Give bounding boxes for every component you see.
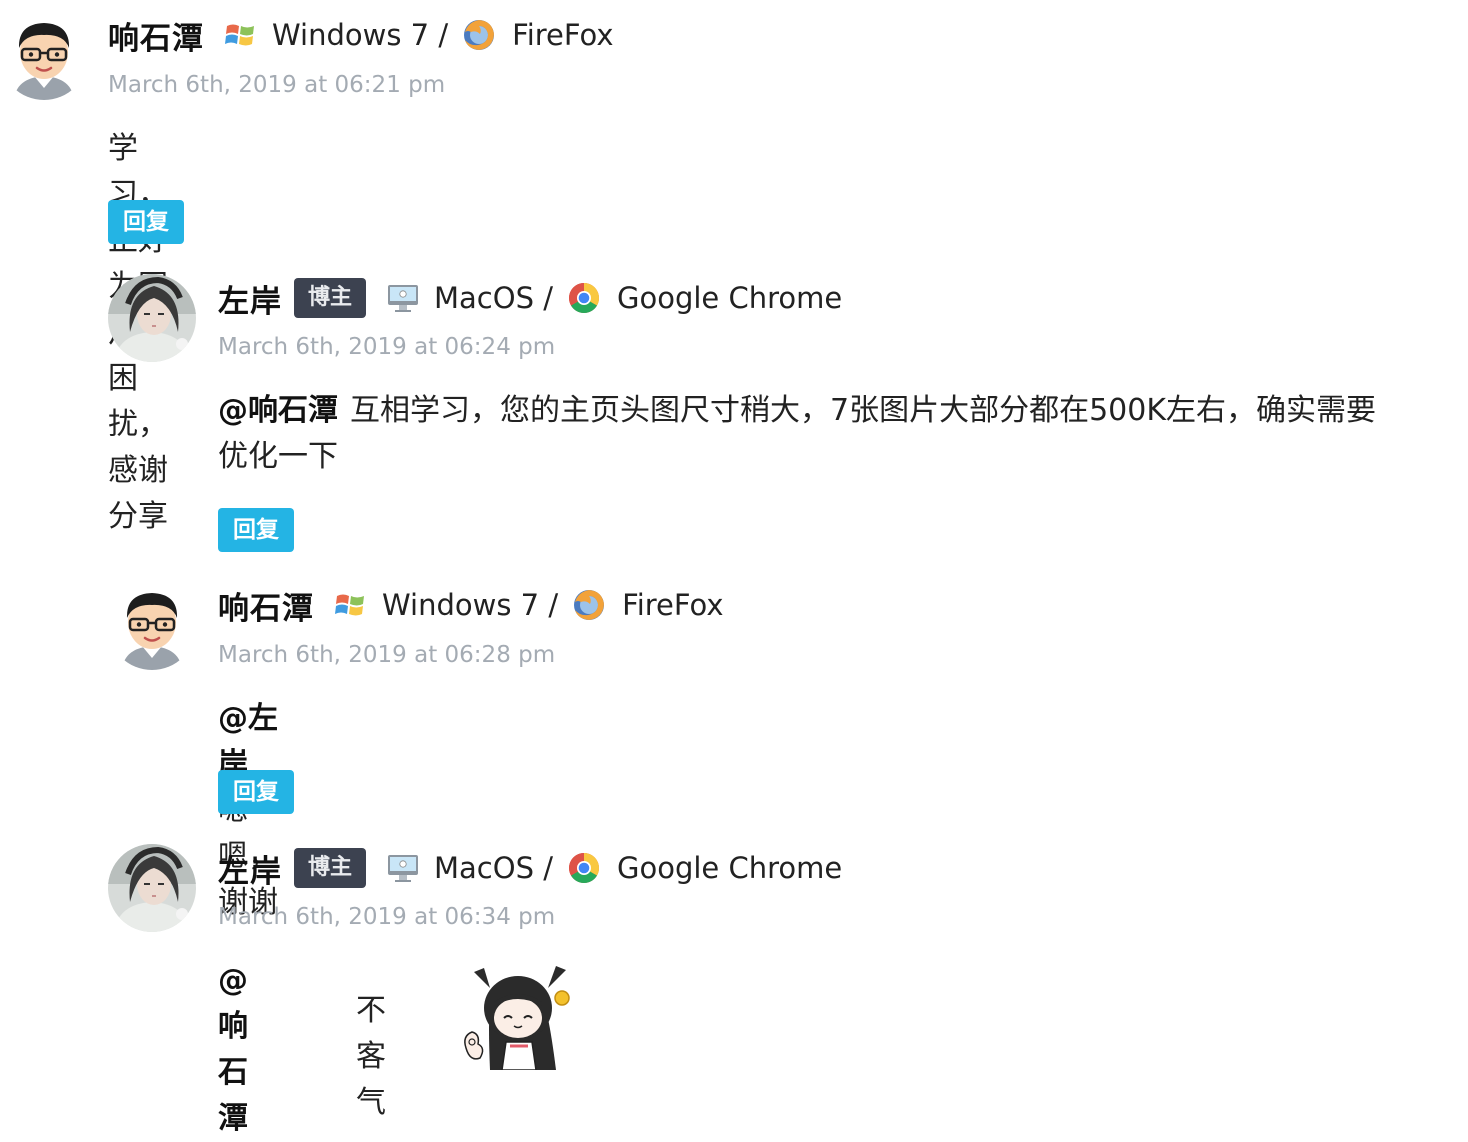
comment-author[interactable]: 响石潭 xyxy=(108,13,204,58)
comment-date: March 6th, 2019 at 06:28 pm xyxy=(218,642,556,668)
browser-label: Google Chrome xyxy=(616,281,843,315)
avatar[interactable] xyxy=(108,274,196,362)
os-label: Windows 7 / xyxy=(272,18,449,52)
comment-header: 左岸 博主 MacOS / Google Chrome xyxy=(218,276,842,320)
comment-header: 响石潭 Windows 7 / FireFox xyxy=(108,13,614,57)
admin-badge: 博主 xyxy=(294,848,367,888)
firefox-icon xyxy=(572,588,606,622)
comment-author[interactable]: 左岸 xyxy=(218,276,282,321)
imac-icon xyxy=(386,281,420,315)
comment-header: 响石潭 Windows 7 / FireFox xyxy=(218,583,724,627)
comment-date: March 6th, 2019 at 06:21 pm xyxy=(108,72,446,98)
comment-text: @响石潭 xyxy=(218,958,260,1142)
imac-icon xyxy=(386,851,420,885)
chrome-icon xyxy=(567,281,601,315)
mention-link[interactable]: @响石潭 xyxy=(218,393,338,428)
chrome-icon xyxy=(567,851,601,885)
reply-button[interactable]: 回复 xyxy=(218,508,294,552)
mention-link[interactable]: @响石潭 xyxy=(218,963,248,1136)
comment-date: March 6th, 2019 at 06:34 pm xyxy=(218,904,556,930)
browser-label: FireFox xyxy=(512,18,614,52)
avatar[interactable] xyxy=(108,582,196,670)
os-label: MacOS / xyxy=(434,281,553,315)
browser-label: Google Chrome xyxy=(616,851,843,885)
reply-button[interactable]: 回复 xyxy=(218,770,294,814)
os-label: Windows 7 / xyxy=(382,588,559,622)
comment-body-continued: 优化一下 xyxy=(218,439,338,474)
avatar[interactable] xyxy=(108,844,196,932)
browser-label: FireFox xyxy=(622,588,724,622)
windows-logo-icon xyxy=(224,18,258,52)
comment-body: 互相学习，您的主页头图尺寸稍大，7张图片大部分都在500K左右，确实需要 xyxy=(350,393,1377,428)
comment-author[interactable]: 响石潭 xyxy=(218,583,314,628)
comment-text: @响石潭 互相学习，您的主页头图尺寸稍大，7张图片大部分都在500K左右，确实需要… xyxy=(218,388,1468,480)
anime-girl-sticker xyxy=(464,966,570,1070)
avatar[interactable] xyxy=(0,12,88,100)
comment-author[interactable]: 左岸 xyxy=(218,846,282,891)
admin-badge: 博主 xyxy=(294,278,367,318)
comment-body: 不客气 xyxy=(356,993,386,1120)
comment-header: 左岸 博主 MacOS / Google Chrome xyxy=(218,846,842,890)
windows-logo-icon xyxy=(334,588,368,622)
reply-button[interactable]: 回复 xyxy=(108,200,184,244)
firefox-icon xyxy=(462,18,496,52)
comment-date: March 6th, 2019 at 06:24 pm xyxy=(218,334,556,360)
os-label: MacOS / xyxy=(434,851,553,885)
